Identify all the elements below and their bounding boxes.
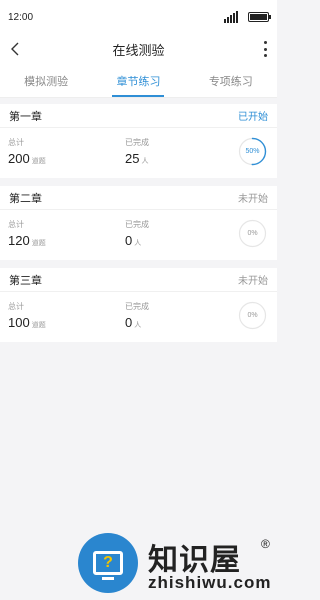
tab-chapter-practice[interactable]: 章节练习	[92, 64, 184, 97]
watermark-logo-icon: ?	[78, 533, 138, 593]
total-value-line: 200 道题	[8, 151, 46, 166]
chapter-status: 已开始	[238, 112, 268, 123]
chapter-card[interactable]: 第一章 已开始 总计 200 道题 已完成 25 人 50%	[0, 104, 277, 178]
done-label: 已完成	[125, 138, 149, 147]
progress-ring: 50%	[238, 137, 267, 166]
total-value: 100	[8, 315, 30, 330]
status-time: 12:00	[8, 11, 34, 23]
chapter-status: 未开始	[238, 276, 268, 287]
tab-bar: 模拟测验 章节练习 专项练习	[0, 64, 277, 98]
total-value: 200	[8, 151, 30, 166]
watermark-reg: ®	[261, 537, 270, 551]
total-stat: 总计 100 道题	[8, 301, 46, 330]
done-value-line: 25 人	[125, 151, 149, 166]
watermark: ? 知识屋 ® zhishiwu.com	[78, 533, 274, 595]
done-label: 已完成	[125, 220, 149, 229]
nav-bar: 在线测验	[0, 34, 277, 64]
total-label: 总计	[8, 220, 24, 229]
total-label: 总计	[8, 138, 24, 147]
chapter-title: 第三章	[9, 274, 42, 287]
done-value: 0	[125, 233, 133, 248]
progress-ring: 0%	[238, 219, 267, 248]
total-stat: 总计 120 道题	[8, 219, 46, 248]
chapter-list: 第一章 已开始 总计 200 道题 已完成 25 人 50% 第二章 未开始 总计	[0, 104, 277, 342]
total-stat: 总计 200 道题	[8, 137, 46, 166]
total-value: 120	[8, 233, 30, 248]
progress-ring: 0%	[238, 301, 267, 330]
chapter-card[interactable]: 第三章 未开始 总计 100 道题 已完成 0人 0%	[0, 268, 277, 342]
done-unit: 人	[134, 240, 142, 247]
back-icon[interactable]	[8, 41, 24, 57]
chapter-status: 未开始	[238, 194, 268, 205]
chapter-title: 第二章	[9, 192, 42, 205]
chapter-body: 总计 120 道题 已完成 0人 0%	[0, 210, 277, 260]
status-icons	[224, 11, 271, 23]
total-value-line: 120 道题	[8, 233, 46, 248]
chapter-header: 第二章 未开始	[0, 186, 277, 210]
more-vertical-icon[interactable]	[261, 41, 269, 57]
chapter-body: 总计 200 道题 已完成 25 人 50%	[0, 128, 277, 178]
total-label: 总计	[8, 302, 24, 311]
done-value: 25	[125, 151, 140, 166]
chapter-card[interactable]: 第二章 未开始 总计 120 道题 已完成 0人 0%	[0, 186, 277, 260]
chapter-header: 第一章 已开始	[0, 104, 277, 128]
done-unit: 人	[134, 322, 142, 329]
chapter-header: 第三章 未开始	[0, 268, 277, 292]
done-label: 已完成	[125, 302, 149, 311]
progress-text: 0%	[247, 312, 258, 319]
done-value-line: 0人	[125, 233, 149, 248]
progress-text: 0%	[247, 230, 258, 237]
total-unit: 道题	[31, 240, 46, 247]
done-stat: 已完成 0人	[125, 301, 149, 330]
signal-icon	[224, 11, 238, 23]
page-title: 在线测验	[112, 42, 165, 58]
done-stat: 已完成 25 人	[125, 137, 149, 166]
progress-text: 50%	[245, 148, 260, 155]
total-value-line: 100 道题	[8, 315, 46, 330]
tab-topic-practice[interactable]: 专项练习	[185, 64, 277, 97]
watermark-en: zhishiwu.com	[148, 573, 272, 592]
watermark-mark: ?	[103, 554, 113, 571]
done-value: 0	[125, 315, 133, 330]
chapter-body: 总计 100 道题 已完成 0人 0%	[0, 292, 277, 342]
total-unit: 道题	[31, 158, 46, 165]
done-stat: 已完成 0人	[125, 219, 149, 248]
total-unit: 道题	[31, 322, 46, 329]
done-unit: 人	[141, 158, 149, 165]
status-bar: 12:00	[0, 0, 277, 34]
chapter-title: 第一章	[9, 110, 42, 123]
done-value-line: 0人	[125, 315, 149, 330]
tab-mock-test[interactable]: 模拟测验	[0, 64, 92, 97]
battery-icon	[248, 12, 271, 22]
